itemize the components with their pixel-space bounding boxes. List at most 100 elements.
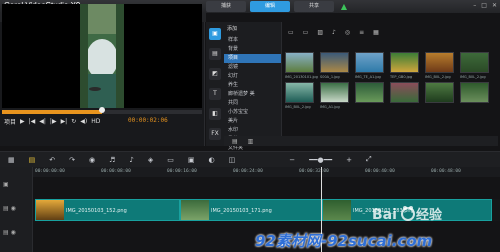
timecode[interactable]: 00:00:02:06 — [128, 117, 168, 124]
thumbnail-caption: S00A_1.jpg — [320, 75, 340, 79]
play-icon[interactable]: ▶ — [20, 118, 25, 125]
media-tab-icon[interactable]: ▣ — [209, 28, 221, 40]
media-thumbnail[interactable] — [355, 52, 384, 73]
view-grid-icon[interactable]: ▦ — [373, 29, 379, 36]
scrub-handle[interactable] — [99, 107, 105, 113]
media-thumbnail[interactable] — [460, 82, 489, 103]
graphics-icon[interactable]: ◧ — [209, 108, 221, 120]
next-frame-icon[interactable]: |▶ — [50, 118, 57, 125]
hd-icon[interactable]: HD — [91, 118, 100, 125]
browse-icon[interactable]: ▥ — [248, 138, 254, 145]
folder-item[interactable]: 项目 — [224, 54, 281, 63]
folder-item[interactable]: 小苏宝宝 — [224, 108, 281, 117]
media-thumbnail[interactable] — [425, 82, 454, 103]
timeline-clip[interactable]: IMG_20150103_171.png — [180, 199, 322, 221]
media-thumbnail[interactable] — [320, 82, 349, 103]
site-watermark: 92素材网-92sucai.com — [255, 232, 433, 250]
track-headers: ▣ ▤ ◉ ▤ ◉ — [0, 167, 33, 252]
fx-icon[interactable]: FX — [209, 128, 221, 140]
ruler-tick: 00:00:32:00 — [299, 169, 329, 174]
video-track-icon[interactable]: ▤ ◉ — [3, 205, 29, 221]
clip-thumbnail — [181, 200, 209, 220]
maximize-icon[interactable]: □ — [481, 2, 487, 9]
folder-list: 样本 背景 项目 滤镜 幻灯 养生 廊桥遗梦 美 共同 小苏宝宝 美片 水印 我… — [224, 22, 282, 151]
media-thumbnails: IMG_20130101.jpg S00A_1.jpg IMG_TE_A1.jp… — [285, 52, 495, 122]
tab-share[interactable]: 共享 — [294, 1, 334, 12]
timeline-toolbar: ▦ ▤ ↶ ↷ ◉ ♬ ♪ ◈ ▭ ▣ ◐ ◫ − ━━●━━ + ⤢ — [0, 151, 500, 167]
record-icon[interactable]: ◉ — [89, 156, 95, 164]
zoom-out-icon[interactable]: − — [289, 156, 295, 164]
project-label[interactable]: 项目 — [4, 117, 16, 126]
timeline-view-icon[interactable]: ▤ — [29, 156, 36, 164]
sound-mixer-icon[interactable]: ♬ — [109, 156, 115, 164]
folder-item[interactable]: 共同 — [224, 99, 281, 108]
fit-icon[interactable]: ⤢ — [366, 155, 372, 164]
redo-icon[interactable]: ↷ — [69, 156, 75, 164]
add-folder-button[interactable]: 添加 — [227, 25, 237, 32]
thumbnail-caption: IMG_20130101.jpg — [285, 75, 318, 79]
multicam-icon[interactable]: ▣ — [188, 156, 195, 164]
auto-music-icon[interactable]: ♪ — [129, 156, 133, 164]
prev-frame-icon[interactable]: ◀| — [39, 118, 46, 125]
folder-item[interactable]: 幻灯 — [224, 72, 281, 81]
split-screen-icon[interactable]: ◫ — [229, 156, 236, 164]
folder-item[interactable]: 背景 — [224, 45, 281, 54]
instant-project-icon[interactable]: ▤ — [209, 48, 221, 60]
minimize-icon[interactable]: – — [473, 2, 476, 9]
media-thumbnail[interactable] — [390, 52, 419, 73]
track-all-icon[interactable]: ▣ — [3, 181, 29, 197]
media-thumbnail[interactable] — [425, 52, 454, 73]
library-toolbar: ▭ ▭ ▨ ♪ ◎ ≡ ▦ — [283, 27, 498, 37]
ruler-tick: 00:00:16:00 — [167, 169, 197, 174]
ruler-tick: 00:00:08:00 — [101, 169, 131, 174]
skip-start-icon[interactable]: |◀ — [29, 118, 36, 125]
folder-item[interactable]: 样本 — [224, 36, 281, 45]
thumbnail-caption: IMG_A1.jpg — [320, 105, 340, 109]
folder-item[interactable]: 水印 — [224, 126, 281, 135]
view-list-icon[interactable]: ≡ — [359, 29, 364, 36]
media-thumbnail[interactable] — [320, 52, 349, 73]
video-preview[interactable] — [2, 4, 202, 108]
upload-arrow-icon[interactable]: ▲ — [338, 1, 350, 12]
sort-icon[interactable]: ◎ — [345, 29, 350, 36]
overlay-track-icon[interactable]: ▤ ◉ — [3, 229, 29, 245]
time-ruler[interactable]: 00:00:00:00 00:00:08:00 00:00:16:00 00:0… — [33, 167, 500, 177]
timeline-clip[interactable]: IMG_20150103_152.png — [35, 199, 180, 221]
video-filter-icon[interactable]: ▭ — [303, 29, 309, 36]
volume-icon[interactable]: ◀) — [80, 118, 87, 125]
photo-filter-icon[interactable]: ▨ — [317, 29, 323, 36]
ruler-tick: 00:00:48:00 — [431, 169, 461, 174]
storyboard-view-icon[interactable]: ▦ — [8, 156, 15, 164]
tab-capture[interactable]: 捕获 — [206, 1, 246, 12]
title-icon[interactable]: T — [209, 88, 221, 100]
clip-label: IMG_20150103_152.png — [66, 208, 127, 214]
skip-end-icon[interactable]: ▶| — [61, 118, 68, 125]
options-icon[interactable]: ▤ — [232, 138, 238, 145]
ruler-tick: 00:00:40:00 — [365, 169, 395, 174]
music-filter-icon[interactable]: ♪ — [332, 29, 336, 36]
folder-icon[interactable]: ▭ — [288, 29, 294, 36]
media-thumbnail[interactable] — [355, 82, 384, 103]
clip-thumbnail — [323, 200, 351, 220]
motion-track-icon[interactable]: ◈ — [148, 156, 153, 164]
undo-icon[interactable]: ↶ — [49, 156, 55, 164]
library-bottom-bar: ▤ ▥ — [224, 136, 498, 146]
zoom-slider[interactable]: ━━●━━ — [309, 156, 332, 164]
stop-motion-icon[interactable]: ◐ — [209, 156, 215, 164]
transition-icon[interactable]: ◩ — [209, 68, 221, 80]
svg-text:Bai: Bai — [372, 207, 397, 223]
media-thumbnail[interactable] — [390, 82, 419, 103]
zoom-in-icon[interactable]: + — [346, 156, 352, 164]
media-thumbnail[interactable] — [285, 82, 314, 103]
folder-item[interactable]: 滤镜 — [224, 63, 281, 72]
folder-item[interactable]: 美片 — [224, 117, 281, 126]
repeat-icon[interactable]: ↻ — [71, 118, 76, 125]
folder-item[interactable]: 廊桥遗梦 美 — [224, 90, 281, 99]
subtitle-icon[interactable]: ▭ — [167, 156, 174, 164]
close-icon[interactable]: ✕ — [492, 2, 497, 9]
baidu-watermark: Bai 经验 — [368, 200, 488, 228]
tab-edit[interactable]: 编辑 — [250, 1, 290, 12]
media-thumbnail[interactable] — [285, 52, 314, 73]
folder-item[interactable]: 养生 — [224, 81, 281, 90]
media-thumbnail[interactable] — [460, 52, 489, 73]
